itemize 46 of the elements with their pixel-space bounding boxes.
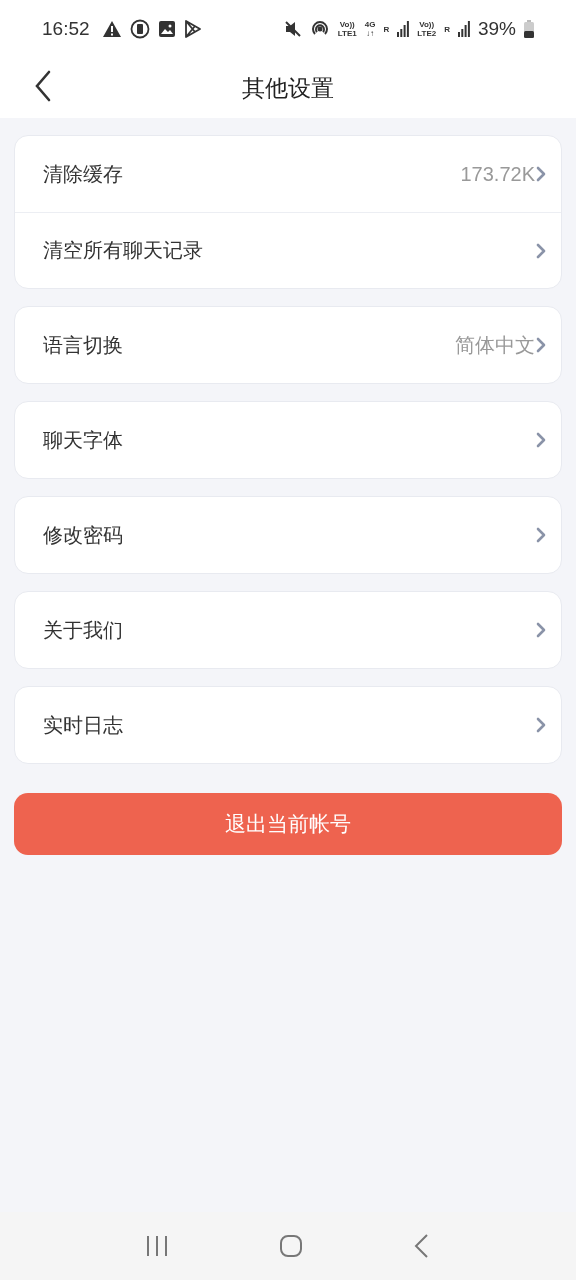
phone-circle-icon <box>129 19 150 39</box>
back-icon <box>414 1234 431 1258</box>
back-nav-button[interactable] <box>414 1234 431 1258</box>
signal-icon <box>397 21 410 37</box>
settings-row[interactable]: 清除缓存 173.72K <box>15 136 561 212</box>
home-icon <box>279 1234 303 1258</box>
muted-speaker-icon <box>283 20 302 38</box>
home-button[interactable] <box>279 1234 303 1258</box>
settings-row[interactable]: 聊天字体 <box>15 402 561 478</box>
chevron-right-icon <box>535 431 547 449</box>
battery-percent: 39% <box>477 18 516 40</box>
settings-row[interactable]: 语言切换 简体中文 <box>15 307 561 383</box>
chevron-right-icon <box>535 621 547 639</box>
setting-label: 关于我们 <box>43 616 124 644</box>
network-label: Vo)) LTE2 <box>417 20 437 38</box>
setting-label: 清除缓存 <box>43 160 124 188</box>
chevron-right-icon <box>535 336 547 354</box>
chevron-right-icon <box>535 716 547 734</box>
setting-label: 语言切换 <box>43 331 124 359</box>
network-label: R <box>444 24 450 34</box>
setting-label: 清空所有聊天记录 <box>43 237 204 264</box>
setting-value: 173.72K <box>460 162 535 186</box>
settings-row[interactable]: 清空所有聊天记录 <box>15 212 561 288</box>
chevron-right-icon <box>535 526 547 544</box>
status-time: 16:52 <box>42 18 90 40</box>
settings-row[interactable]: 关于我们 <box>15 592 561 668</box>
settings-row[interactable]: 实时日志 <box>15 687 561 763</box>
network-label: Vo)) LTE1 <box>337 20 357 38</box>
recent-apps-button[interactable] <box>145 1235 168 1257</box>
page-title: 其他设置 <box>242 73 334 103</box>
settings-row[interactable]: 修改密码 <box>15 497 561 573</box>
back-icon <box>34 70 52 102</box>
signal-icon <box>457 21 470 37</box>
chevron-right-icon <box>535 165 547 183</box>
setting-value: 简体中文 <box>455 332 535 358</box>
battery-icon <box>524 20 534 38</box>
play-store-icon <box>183 19 202 39</box>
image-icon <box>157 20 176 38</box>
setting-label: 修改密码 <box>43 521 124 549</box>
warning-icon <box>101 20 122 38</box>
setting-label: 实时日志 <box>43 711 124 739</box>
setting-label: 聊天字体 <box>43 426 124 454</box>
chevron-right-icon <box>535 241 547 260</box>
network-label: 4G ↓↑ <box>364 20 376 38</box>
network-label: R <box>383 24 390 34</box>
recent-apps-icon <box>145 1235 168 1257</box>
